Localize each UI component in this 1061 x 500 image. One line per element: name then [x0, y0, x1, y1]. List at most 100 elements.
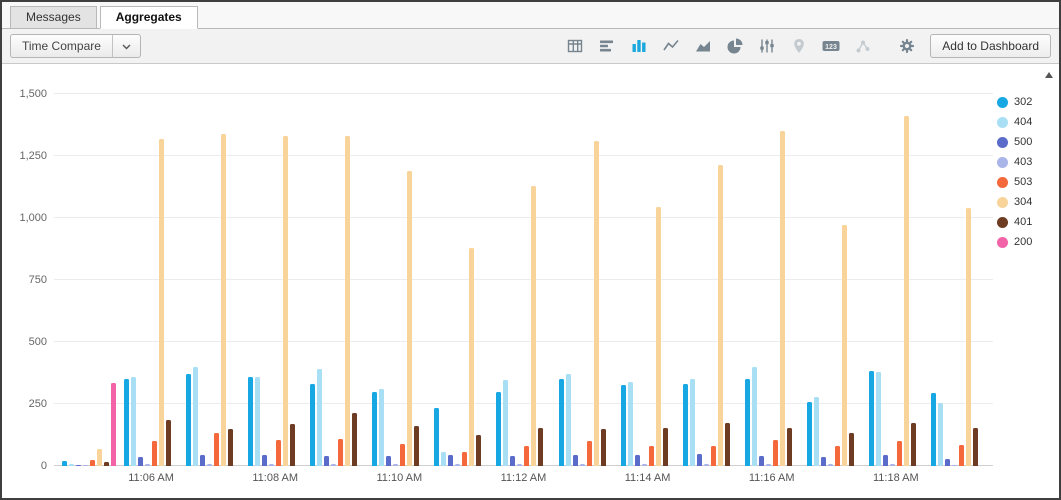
node-graph-icon[interactable]: [853, 37, 872, 56]
bar-304[interactable]: [407, 171, 412, 466]
bar-304[interactable]: [345, 136, 350, 466]
bar-503[interactable]: [152, 441, 157, 466]
bar-302[interactable]: [248, 377, 253, 466]
add-to-dashboard-button[interactable]: Add to Dashboard: [930, 34, 1051, 58]
bar-304[interactable]: [718, 165, 723, 466]
legend-item-500[interactable]: 500: [997, 136, 1055, 148]
bar-503[interactable]: [897, 441, 902, 466]
bar-401[interactable]: [911, 423, 916, 466]
bar-302[interactable]: [434, 408, 439, 466]
legend-item-200[interactable]: 200: [997, 236, 1055, 248]
bar-403[interactable]: [890, 464, 895, 466]
bar-404[interactable]: [628, 382, 633, 466]
bar-404[interactable]: [317, 369, 322, 466]
bar-403[interactable]: [642, 464, 647, 466]
bar-503[interactable]: [400, 444, 405, 466]
bar-403[interactable]: [828, 464, 833, 466]
bar-500[interactable]: [448, 455, 453, 466]
bar-401[interactable]: [663, 428, 668, 466]
bar-404[interactable]: [566, 374, 571, 466]
bar-403[interactable]: [455, 464, 460, 466]
sliders-icon[interactable]: [757, 37, 776, 56]
bar-403[interactable]: [766, 464, 771, 466]
bar-403[interactable]: [145, 464, 150, 466]
bar-404[interactable]: [255, 377, 260, 466]
bar-304[interactable]: [966, 208, 971, 466]
bar-404[interactable]: [503, 380, 508, 466]
bar-401[interactable]: [166, 420, 171, 466]
bar-503[interactable]: [276, 440, 281, 466]
bar-302[interactable]: [869, 371, 874, 466]
bar-500[interactable]: [510, 456, 515, 466]
bar-503[interactable]: [649, 446, 654, 466]
bar-401[interactable]: [849, 433, 854, 466]
bar-401[interactable]: [787, 428, 792, 466]
bar-403[interactable]: [269, 464, 274, 466]
legend-item-403[interactable]: 403: [997, 156, 1055, 168]
bar-404[interactable]: [876, 372, 881, 466]
bar-503[interactable]: [711, 446, 716, 466]
legend-item-401[interactable]: 401: [997, 216, 1055, 228]
bar-chart-horizontal-icon[interactable]: [597, 37, 616, 56]
bar-401[interactable]: [414, 426, 419, 466]
bar-304[interactable]: [469, 248, 474, 466]
bar-503[interactable]: [214, 433, 219, 466]
table-icon[interactable]: [565, 37, 584, 56]
bar-403[interactable]: [704, 464, 709, 466]
bar-302[interactable]: [372, 392, 377, 466]
pie-chart-icon[interactable]: [725, 37, 744, 56]
bar-401[interactable]: [352, 413, 357, 466]
bar-403[interactable]: [207, 464, 212, 466]
bar-500[interactable]: [200, 455, 205, 466]
scroll-up-icon[interactable]: [1045, 72, 1053, 78]
bar-chart-column-icon[interactable]: [629, 37, 648, 56]
bar-304[interactable]: [159, 139, 164, 466]
bar-404[interactable]: [379, 389, 384, 466]
bar-500[interactable]: [635, 455, 640, 466]
bar-302[interactable]: [186, 374, 191, 466]
bar-302[interactable]: [62, 461, 67, 466]
bar-304[interactable]: [283, 136, 288, 466]
bar-404[interactable]: [814, 397, 819, 466]
bar-500[interactable]: [697, 454, 702, 466]
bar-500[interactable]: [324, 456, 329, 466]
bar-404[interactable]: [193, 367, 198, 466]
bar-404[interactable]: [938, 403, 943, 466]
tab-aggregates[interactable]: Aggregates: [100, 6, 198, 29]
bar-403[interactable]: [580, 464, 585, 466]
bar-500[interactable]: [945, 459, 950, 466]
bar-304[interactable]: [656, 207, 661, 466]
bar-401[interactable]: [104, 462, 109, 466]
bar-404[interactable]: [69, 464, 74, 466]
bar-401[interactable]: [973, 428, 978, 466]
bar-503[interactable]: [90, 460, 95, 466]
bar-401[interactable]: [476, 435, 481, 466]
bar-302[interactable]: [745, 379, 750, 466]
bar-302[interactable]: [496, 392, 501, 466]
bar-500[interactable]: [76, 465, 81, 466]
line-chart-icon[interactable]: [661, 37, 680, 56]
legend-item-304[interactable]: 304: [997, 196, 1055, 208]
bar-503[interactable]: [462, 452, 467, 466]
bar-500[interactable]: [138, 457, 143, 466]
bar-403[interactable]: [517, 464, 522, 466]
bar-403[interactable]: [331, 464, 336, 466]
bar-404[interactable]: [131, 377, 136, 466]
bar-401[interactable]: [538, 428, 543, 466]
bar-401[interactable]: [228, 429, 233, 466]
bar-404[interactable]: [690, 379, 695, 466]
bar-500[interactable]: [759, 456, 764, 466]
numeric-display-icon[interactable]: 123: [821, 37, 840, 56]
bar-503[interactable]: [338, 439, 343, 466]
bar-304[interactable]: [594, 141, 599, 466]
bar-302[interactable]: [807, 402, 812, 466]
gear-icon[interactable]: [897, 37, 916, 56]
bar-503[interactable]: [587, 441, 592, 466]
bar-304[interactable]: [904, 116, 909, 466]
bar-302[interactable]: [683, 384, 688, 466]
bar-304[interactable]: [221, 134, 226, 466]
bar-500[interactable]: [883, 455, 888, 466]
area-chart-icon[interactable]: [693, 37, 712, 56]
legend-item-302[interactable]: 302: [997, 96, 1055, 108]
bar-403[interactable]: [83, 465, 88, 466]
